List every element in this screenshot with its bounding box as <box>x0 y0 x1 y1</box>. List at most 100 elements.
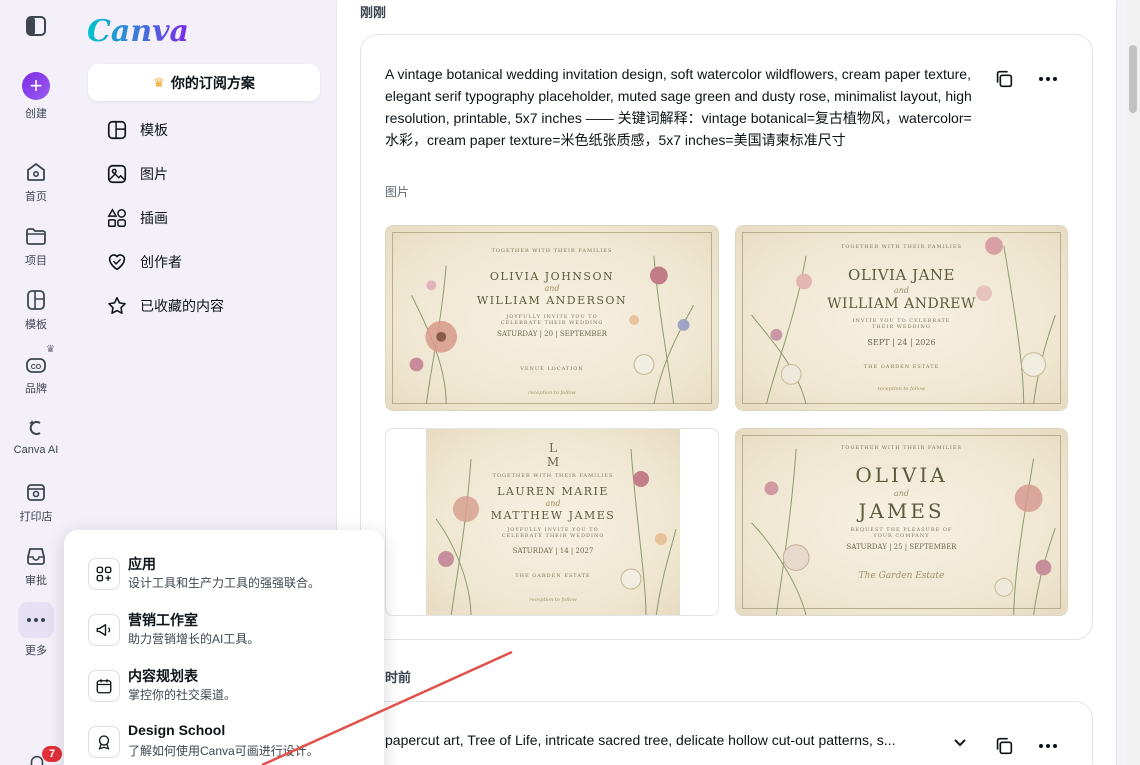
inbox-icon <box>27 548 45 565</box>
more-options-button-2[interactable] <box>1036 734 1060 758</box>
megaphone-icon <box>88 614 120 646</box>
popup-item-desc: 掌控你的社交渠道。 <box>128 688 237 702</box>
popup-item-title: 内容规划表 <box>128 668 198 684</box>
more-options-button[interactable] <box>1036 67 1060 91</box>
scrollbar[interactable] <box>1126 0 1140 765</box>
invitation-line: INVITE YOU TO CELEBRATE THEIR WEDDING <box>852 318 951 330</box>
invitation-name-1: OLIVIA JOHNSON <box>489 270 615 283</box>
invitation-and: and <box>545 499 561 508</box>
crown-icon: ♛ <box>46 344 55 355</box>
subscription-button[interactable]: ♛ 你的订阅方案 <box>88 64 320 101</box>
popup-item-desc: 设计工具和生产力工具的强强联合。 <box>128 576 321 590</box>
invitation-name-2: WILLIAM ANDERSON <box>476 294 628 307</box>
expand-button[interactable] <box>948 730 972 754</box>
rail-item-approvals[interactable]: 审批 <box>0 544 72 588</box>
rail-item-print-shop[interactable]: 打印店 <box>0 480 72 524</box>
plus-icon: + <box>22 72 50 100</box>
invitation-name-2: MATTHEW JAMES <box>490 509 616 522</box>
copy-icon <box>996 70 1013 88</box>
award-icon <box>88 726 120 758</box>
rail-item-brand[interactable]: CO 品牌 ♛ <box>0 344 72 396</box>
result-image-1[interactable]: TOGETHER WITH THEIR FAMILIES OLIVIA JOHN… <box>385 225 719 411</box>
invitation-header: TOGETHER WITH THEIR FAMILIES <box>491 248 613 254</box>
star-icon <box>108 296 126 315</box>
rail-item-projects[interactable]: 项目 <box>0 224 72 268</box>
home-icon <box>27 162 45 181</box>
result-image-2[interactable]: TOGETHER WITH THEIR FAMILIES OLIVIA JANE… <box>735 225 1068 411</box>
invitation-and: and <box>544 284 560 293</box>
monogram: LM <box>546 441 560 469</box>
canva-ai-icon <box>29 420 41 435</box>
popup-item-title: 应用 <box>128 556 156 572</box>
panel-item-images[interactable]: 图片 <box>106 162 168 186</box>
result-image-3[interactable]: LM TOGETHER WITH THEIR FAMILIES LAUREN M… <box>385 428 719 616</box>
scrollbar-thumb[interactable] <box>1129 45 1137 113</box>
invitation-portrait: LM TOGETHER WITH THEIR FAMILIES LAUREN M… <box>426 429 680 615</box>
invitation-name-2: WILLIAM ANDREW <box>827 296 976 312</box>
invitation-name-1: LAUREN MARIE <box>497 485 609 498</box>
invitation-date: SATURDAY | 20 | SEPTEMBER <box>497 330 607 338</box>
invitation-line: JOYFULLY INVITE YOU TO CELEBRATE THEIR W… <box>500 314 604 326</box>
panel-item-creators[interactable]: 创作者 <box>106 250 182 274</box>
sidebar-toggle-icon[interactable] <box>24 14 48 38</box>
image-icon <box>107 164 127 184</box>
rail-item-label: 打印店 <box>19 511 53 523</box>
panel-item-label: 已收藏的内容 <box>140 298 224 314</box>
invitation-line: REQUEST THE PLEASURE OF YOUR COMPANY <box>850 527 953 539</box>
panel-item-starred[interactable]: 已收藏的内容 <box>106 294 224 318</box>
left-rail: + 创建 首页 项目 模板 CO 品牌 ♛ Canva AI 打印店 审批 更多… <box>0 0 72 765</box>
section-label-recent: 刚刚 <box>360 5 387 20</box>
more-horizontal-icon <box>1039 77 1057 81</box>
invitation-venue: The Garden Estate <box>858 571 945 581</box>
invitation-and: and <box>893 489 910 498</box>
template-icon <box>27 290 45 310</box>
more-popup-menu: 应用 设计工具和生产力工具的强强联合。 营销工作室 助力营销增长的AI工具。 内… <box>64 530 384 765</box>
rail-item-more[interactable]: 更多 <box>0 602 72 658</box>
template-icon <box>107 120 127 140</box>
rail-item-templates[interactable]: 模板 <box>0 288 72 332</box>
rail-item-create[interactable]: + 创建 <box>0 72 72 121</box>
panel-item-templates[interactable]: 模板 <box>106 118 168 142</box>
invitation-name-1: OLIVIA <box>855 463 948 487</box>
popup-item-marketing[interactable]: 营销工作室 助力营销增长的AI工具。 <box>88 610 378 654</box>
heart-icon <box>108 254 126 271</box>
panel-item-label: 模板 <box>140 122 168 138</box>
popup-item-design-school[interactable]: Design School 了解如何使用Canva可画进行设计。 <box>88 722 378 765</box>
panel-item-label: 图片 <box>140 166 168 182</box>
invitation-date: SATURDAY | 14 | 2027 <box>512 547 594 555</box>
apps-icon <box>88 558 120 590</box>
panel-item-label: 插画 <box>140 210 168 226</box>
crown-icon: ♛ <box>153 74 165 90</box>
invitation-venue: VENUE LOCATION <box>520 366 584 372</box>
chevron-down-icon <box>954 739 966 747</box>
invitation-header: TOGETHER WITH THEIR FAMILIES <box>841 244 962 250</box>
copy-button-2[interactable] <box>992 734 1016 758</box>
popup-item-title: 营销工作室 <box>128 612 198 628</box>
invitation-name-1: OLIVIA JANE <box>848 266 955 284</box>
shapes-icon <box>107 208 126 227</box>
popup-item-planner[interactable]: 内容规划表 掌控你的社交渠道。 <box>88 666 378 710</box>
invitation-header: TOGETHER WITH THEIR FAMILIES <box>841 445 962 451</box>
notification-badge: 7 <box>42 746 62 762</box>
more-icon <box>18 602 54 638</box>
popup-item-apps[interactable]: 应用 设计工具和生产力工具的强强联合。 <box>88 554 378 598</box>
panel-item-label: 创作者 <box>140 254 182 270</box>
invitation-header: TOGETHER WITH THEIR FAMILIES <box>492 473 614 479</box>
invitation-footer: reception to follow <box>528 390 576 396</box>
panel-item-illustrations[interactable]: 插画 <box>106 206 168 230</box>
invitation-and: and <box>893 286 910 295</box>
invitation-date: SEPT | 24 | 2026 <box>867 338 936 347</box>
rail-item-label: 创建 <box>25 108 47 120</box>
canva-logo[interactable]: Canva <box>87 14 189 49</box>
popup-item-desc: 助力营销增长的AI工具。 <box>128 632 260 646</box>
popup-item-desc: 了解如何使用Canva可画进行设计。 <box>128 744 319 758</box>
subscription-label: 你的订阅方案 <box>170 74 255 91</box>
invitation-venue: THE GARDEN ESTATE <box>863 364 940 370</box>
result-image-4[interactable]: TOGETHER WITH THEIR FAMILIES OLIVIA and … <box>735 428 1068 616</box>
copy-button[interactable] <box>992 67 1016 91</box>
invitation-name-2: JAMES <box>858 499 945 523</box>
rail-item-canva-ai[interactable]: Canva AI <box>0 416 72 456</box>
rail-item-home[interactable]: 首页 <box>0 160 72 204</box>
invitation-footer: reception to follow <box>877 386 926 392</box>
invitation-line: JOYFULLY INVITE YOU TO CELEBRATE THEIR W… <box>501 527 605 539</box>
